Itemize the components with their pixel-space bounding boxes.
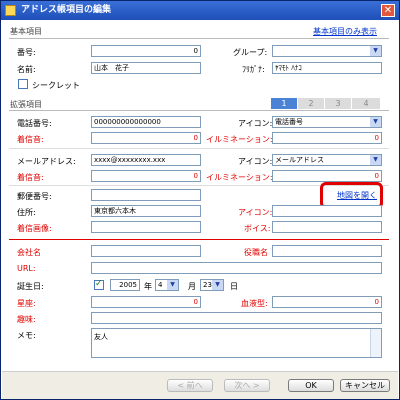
ringtone2-input[interactable]: 0 [91,170,201,182]
icon3-input[interactable] [272,205,382,217]
number-label: 番号: [17,48,36,57]
chevron-down-icon: ▼ [370,117,381,127]
icon3-label: アイコン: [238,208,273,217]
button-bar: < 前へ 次へ > OK キャンセル [2,371,398,399]
close-icon[interactable]: ✕ [381,4,395,17]
phone-icon-select[interactable]: 電話番号 ▼ [272,116,382,128]
illumination2-label: イルミネーション: [206,173,273,182]
birthday-checkbox[interactable] [94,279,104,290]
zodiac-input[interactable]: 0 [91,296,201,308]
memo-textarea[interactable]: 友人 [91,328,382,358]
furigana-label: ﾌﾘｶﾞﾅ: [242,65,265,74]
app-icon [5,5,16,16]
memo-scrollbar[interactable] [370,329,381,357]
zip-input[interactable] [91,189,201,201]
mail-label: メールアドレス: [17,157,76,166]
url-input[interactable] [91,262,382,274]
hobby-label: 趣味: [17,315,36,324]
company-input[interactable] [91,245,201,257]
birth-month-select[interactable]: 4 ▼ [155,279,179,291]
phone-label: 電話番号: [17,119,52,128]
ringtone-input[interactable]: 0 [91,132,201,144]
window-title: アドレス帳項目の編集 [21,5,112,15]
illumination-label: イルミネーション: [206,135,273,144]
mail-icon-value: メールアドレス [275,156,324,164]
number-input[interactable]: 0 [91,45,201,57]
birthday-label: 誕生日: [17,282,44,291]
birth-day-select[interactable]: 23 ▼ [200,279,224,291]
basic-only-link[interactable]: 基本項目のみ表示 [313,26,377,37]
blood-label: 血液型: [241,299,268,308]
tab-4[interactable]: 4 [351,98,380,109]
ringtone2-label: 着信音: [17,173,44,182]
hobby-input[interactable] [91,312,382,324]
cancel-button[interactable]: キャンセル [340,379,390,392]
day-unit: 日 [230,282,238,291]
secret-label: シークレット [32,81,80,90]
memo-label: メモ: [17,331,36,340]
birth-year-input[interactable]: 2005 [110,279,140,291]
divider [9,110,389,111]
mail-icon-label: アイコン: [238,157,273,166]
basic-section-title: 基本項目 [10,27,42,36]
tab-1[interactable]: 1 [270,98,297,109]
icon-label: アイコン: [238,119,273,128]
edit-dialog: アドレス帳項目の編集 ✕ 基本項目 基本項目のみ表示 番号: 0 グループ: ▼… [0,0,400,400]
address-label: 住所: [17,208,36,217]
name-input[interactable]: 山本 花子 [91,62,201,74]
chevron-down-icon: ▼ [370,46,381,56]
year-unit: 年 [144,282,152,291]
ext-section-title: 拡張項目 [10,100,42,109]
secret-checkbox[interactable] [18,79,28,89]
zodiac-label: 星座: [17,299,36,308]
ringtone-label: 着信音: [17,135,44,144]
call-image-label: 着信画像: [17,224,52,233]
illumination2-input[interactable]: 0 [272,170,382,182]
zip-label: 郵便番号: [17,192,52,201]
divider [9,239,389,240]
ok-button[interactable]: OK [288,379,334,392]
job-title-input[interactable] [272,245,382,257]
address-input[interactable]: 東京都六本木 [91,205,201,217]
url-label: URL: [17,264,36,273]
memo-value: 友人 [94,333,108,341]
divider [9,148,389,149]
birth-month-value: 4 [158,281,163,289]
ext-tabs: 1 2 3 4 [270,98,380,109]
call-image-input[interactable] [91,221,201,233]
birth-day-value: 23 [203,281,212,289]
name-label: 名前: [17,65,36,74]
furigana-input[interactable]: ﾔﾏﾓﾄ ﾊﾅｺ [272,62,382,74]
mail-icon-select[interactable]: メールアドレス ▼ [272,154,382,166]
phone-icon-value: 電話番号 [275,118,303,126]
tab-3[interactable]: 3 [324,98,351,109]
voice-input[interactable] [272,221,382,233]
month-unit: 月 [188,282,196,291]
group-select[interactable]: ▼ [272,45,382,57]
group-label: グループ: [233,48,268,57]
next-button[interactable]: 次へ > [224,379,270,392]
illumination-input[interactable]: 0 [272,132,382,144]
phone-input[interactable]: 000000000000000 [91,116,201,128]
voice-label: ボイス: [244,224,271,233]
blood-input[interactable]: 0 [272,296,382,308]
mail-input[interactable]: xxxx@xxxxxxxx.xxx [91,154,201,166]
prev-button[interactable]: < 前へ [167,379,213,392]
divider [9,38,389,39]
chevron-down-icon: ▼ [212,280,223,290]
title-bar: アドレス帳項目の編集 ✕ [1,1,399,20]
chevron-down-icon: ▼ [370,155,381,165]
job-title-label: 役職名 [244,248,268,257]
chevron-down-icon: ▼ [167,280,178,290]
company-label: 会社名 [17,248,41,257]
tab-2[interactable]: 2 [297,98,324,109]
